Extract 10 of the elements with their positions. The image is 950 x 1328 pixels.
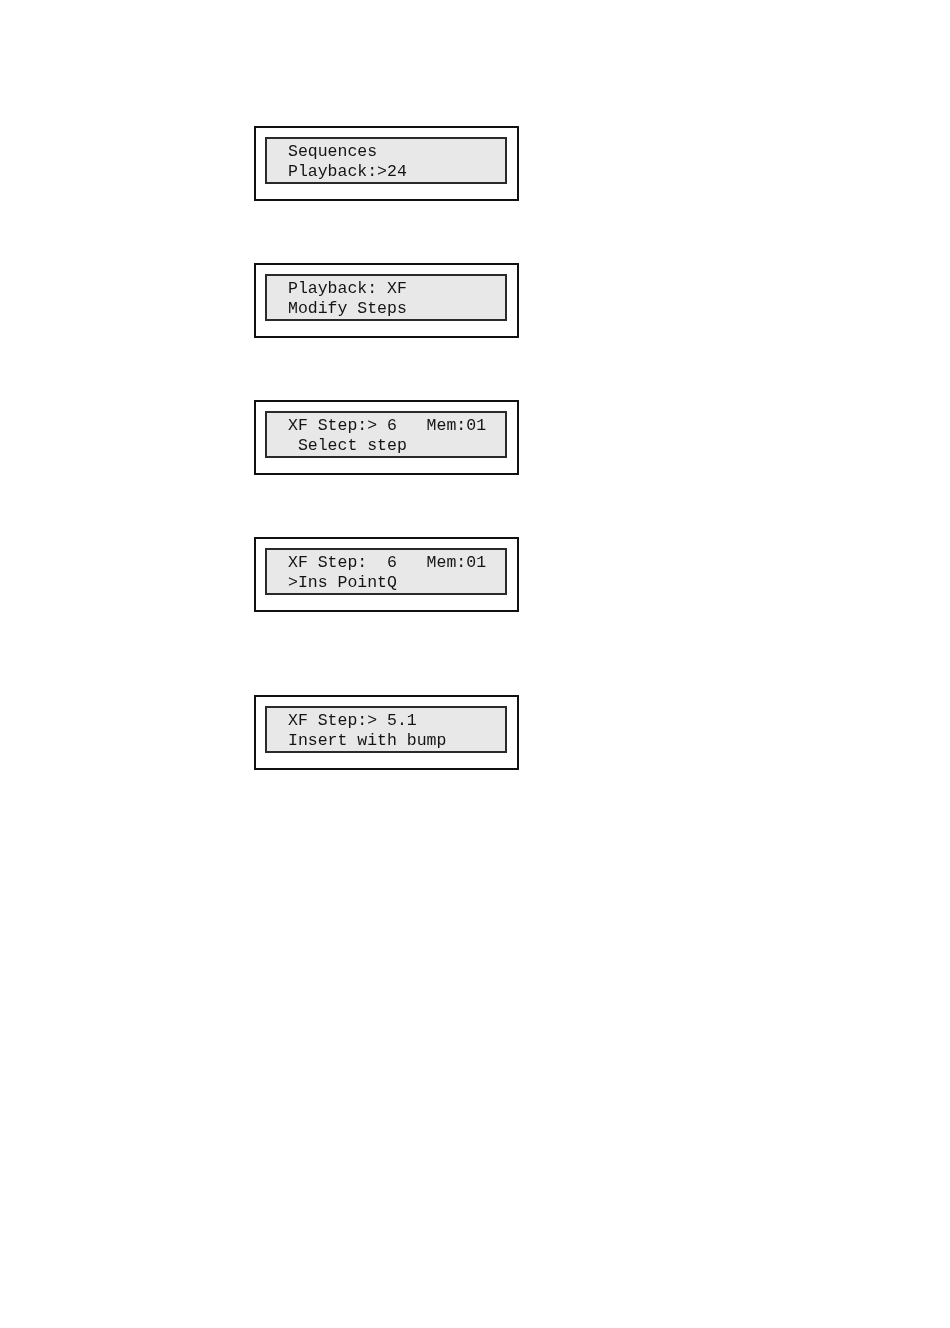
lcd-text-line: Modify Steps <box>288 299 407 319</box>
lcd-text-line: XF Step: 6 Mem:01 <box>288 553 487 573</box>
lcd-text-line: Select step <box>296 436 407 456</box>
lcd-text-line: Sequences <box>288 142 378 162</box>
lcd-text-line: XF Step:> 5.1 <box>288 711 417 731</box>
lcd-text-line: Insert with bump <box>288 731 447 751</box>
lcd-text-line: >Ins PointQ <box>288 573 397 593</box>
lcd-text-line: Playback:>24 <box>288 162 407 182</box>
lcd-text-line: XF Step:> 6 Mem:01 <box>288 416 487 436</box>
lcd-text-line: Playback: XF <box>288 279 407 299</box>
